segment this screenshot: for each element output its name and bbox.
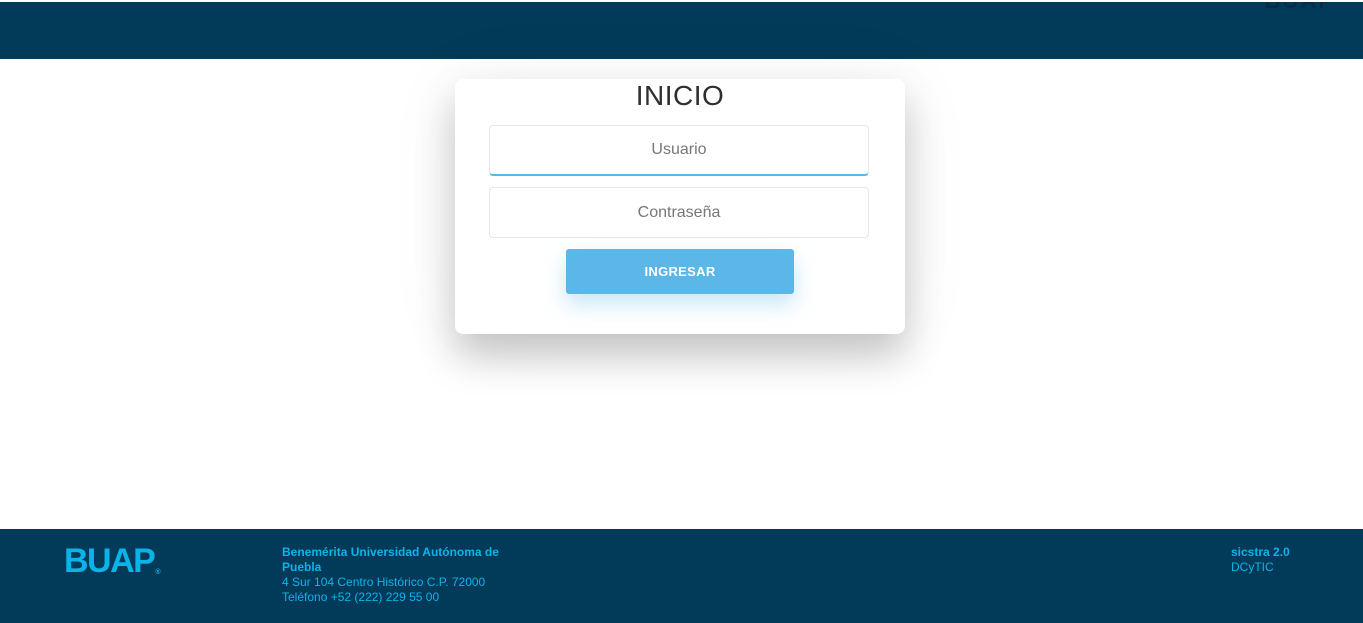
login-title: INICIO — [635, 80, 725, 111]
footer-department: DCyTIC — [1231, 560, 1274, 574]
footer-app-info: sicstra 2.0 DCyTIC — [1231, 545, 1290, 575]
buap-logo: BUAP® — [64, 543, 161, 591]
header-logo: BUAP — [1265, 2, 1335, 14]
top-header-bar: BUAP — [0, 2, 1363, 59]
footer: BUAP® Benemérita Universidad Autónoma de… — [0, 529, 1363, 623]
buap-logo-text: BUAP — [64, 542, 156, 580]
username-input[interactable] — [489, 125, 869, 176]
footer-organization: Benemérita Universidad Autónoma de Puebl… — [282, 545, 499, 574]
footer-contact-info: Benemérita Universidad Autónoma de Puebl… — [282, 545, 532, 605]
footer-address: 4 Sur 104 Centro Histórico C.P. 72000 — [282, 575, 486, 589]
registered-mark: ® — [155, 569, 161, 576]
password-input[interactable] — [489, 187, 869, 238]
login-button[interactable]: INGRESAR — [566, 249, 794, 294]
footer-app-name: sicstra 2.0 — [1231, 545, 1290, 559]
footer-phone: Teléfono +52 (222) 229 55 00 — [282, 590, 440, 604]
login-card: INICIO INGRESAR — [455, 79, 905, 334]
